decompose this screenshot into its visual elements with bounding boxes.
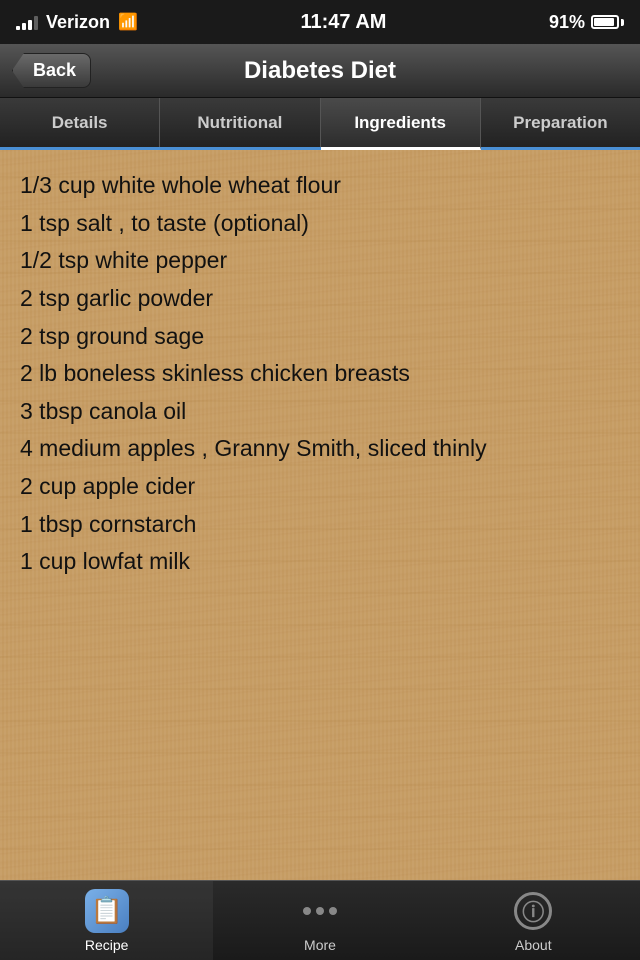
- tab-strip: Details Nutritional Ingredients Preparat…: [0, 98, 640, 150]
- list-item: 1 tsp salt , to taste (optional): [20, 206, 620, 242]
- tab-nutritional[interactable]: Nutritional: [160, 98, 320, 147]
- list-item: 1/3 cup white whole wheat flour: [20, 168, 620, 204]
- page-title: Diabetes Diet: [244, 57, 396, 85]
- list-item: 2 cup apple cider: [20, 469, 620, 505]
- list-item: 2 tsp ground sage: [20, 319, 620, 355]
- tab-details[interactable]: Details: [0, 98, 160, 147]
- recipe-label: Recipe: [85, 937, 129, 953]
- tab-ingredients[interactable]: Ingredients: [321, 98, 481, 150]
- bottom-nav-more[interactable]: More: [213, 881, 426, 960]
- ingredients-content: 1/3 cup white whole wheat flour1 tsp sal…: [0, 150, 640, 880]
- about-icon: ⓘ: [511, 889, 555, 933]
- wifi-icon: 📶: [118, 12, 138, 32]
- list-item: 2 lb boneless skinless chicken breasts: [20, 356, 620, 392]
- list-item: 1 tbsp cornstarch: [20, 507, 620, 543]
- bottom-nav-recipe[interactable]: 📋 Recipe: [0, 881, 213, 960]
- more-icon: [298, 889, 342, 933]
- about-label: About: [515, 937, 552, 953]
- carrier-label: Verizon: [46, 12, 110, 33]
- list-item: 2 tsp garlic powder: [20, 281, 620, 317]
- bottom-nav-about[interactable]: ⓘ About: [427, 881, 640, 960]
- back-button[interactable]: Back: [12, 53, 91, 88]
- list-item: 4 medium apples , Granny Smith, sliced t…: [20, 431, 620, 467]
- status-bar: Verizon 📶 11:47 AM 91%: [0, 0, 640, 44]
- battery-percent: 91%: [549, 12, 585, 33]
- battery-icon: [591, 15, 624, 29]
- ingredient-list: 1/3 cup white whole wheat flour1 tsp sal…: [20, 168, 620, 580]
- list-item: 3 tbsp canola oil: [20, 394, 620, 430]
- status-left: Verizon 📶: [16, 12, 138, 33]
- bottom-nav: 📋 Recipe More ⓘ About: [0, 880, 640, 960]
- tab-preparation[interactable]: Preparation: [481, 98, 640, 147]
- list-item: 1 cup lowfat milk: [20, 544, 620, 580]
- list-item: 1/2 tsp white pepper: [20, 243, 620, 279]
- nav-bar: Back Diabetes Diet: [0, 44, 640, 98]
- signal-icon: [16, 14, 38, 30]
- status-time: 11:47 AM: [300, 11, 386, 34]
- more-label: More: [304, 937, 336, 953]
- status-right: 91%: [549, 12, 624, 33]
- recipe-icon: 📋: [85, 889, 129, 933]
